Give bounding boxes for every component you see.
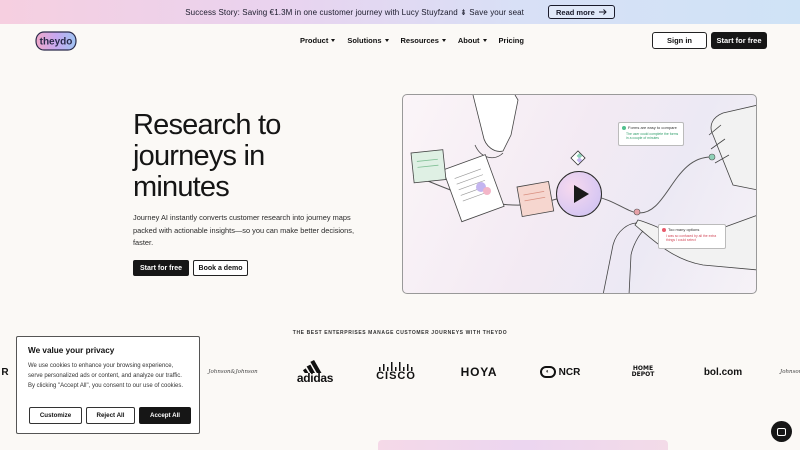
play-icon xyxy=(573,185,589,203)
hero-title-line1: Research to xyxy=(133,109,281,141)
menu-resources[interactable]: Resources xyxy=(401,36,446,45)
hero-title: Research to journeys in minutes xyxy=(133,110,373,203)
next-section-preview xyxy=(378,440,668,450)
start-free-button[interactable]: Start for free xyxy=(133,260,189,276)
johnson-logo-right: Johnson xyxy=(780,369,800,375)
chevron-down-icon xyxy=(384,39,389,42)
cookie-title: We value your privacy xyxy=(28,346,115,355)
read-more-label: Read more xyxy=(556,7,595,17)
ncr-mark-icon: ◐ xyxy=(539,366,556,378)
cookie-banner: We value your privacy We use cookies to … xyxy=(16,336,200,434)
insight-card-negative: Too many options I was so confused by al… xyxy=(658,224,726,249)
top-nav: theydo Product Solutions Resources About… xyxy=(0,24,800,58)
home-depot-logo: HOME DEPOT xyxy=(626,360,660,384)
play-button[interactable] xyxy=(556,171,602,217)
reject-all-button[interactable]: Reject All xyxy=(86,407,135,424)
adidas-wordmark: adidas xyxy=(296,371,334,385)
positive-dot-icon xyxy=(622,125,626,130)
hero-title-line2: journeys in xyxy=(133,140,265,172)
chat-icon xyxy=(777,427,786,436)
menu-about[interactable]: About xyxy=(458,36,487,45)
read-more-button[interactable]: Read more xyxy=(548,5,615,19)
insight-positive-sub: The user could complete the forms in a c… xyxy=(626,132,679,141)
home-depot-line2: DEPOT xyxy=(631,371,655,378)
menu-solutions-label: Solutions xyxy=(347,36,382,45)
insight-negative-title: Too many options xyxy=(668,227,700,232)
theydo-logo[interactable]: theydo xyxy=(34,29,78,53)
customize-button[interactable]: Customize xyxy=(29,407,82,424)
accept-all-button[interactable]: Accept All xyxy=(139,407,191,424)
menu-pricing-label: Pricing xyxy=(498,36,524,45)
sign-in-button[interactable]: Sign in xyxy=(652,32,707,49)
menu-resources-label: Resources xyxy=(400,36,439,45)
adidas-logo: adidas xyxy=(290,360,340,384)
menu-solutions[interactable]: Solutions xyxy=(347,36,389,45)
menu-about-label: About xyxy=(457,36,480,45)
johnson-johnson-logo: Johnson&Johnson xyxy=(208,369,258,375)
cisco-logo: CISCO xyxy=(372,360,420,384)
chevron-down-icon xyxy=(441,39,446,42)
announcement-bar: Success Story: Saving €1.3M in one custo… xyxy=(0,0,800,24)
insight-negative-sub: I was so confused by all the extra thing… xyxy=(666,234,717,243)
logo-text: theydo xyxy=(40,37,73,48)
book-demo-button[interactable]: Book a demo xyxy=(193,260,248,276)
hero-subtitle: Journey AI instantly converts customer r… xyxy=(133,213,355,247)
ncr-wordmark: NCR xyxy=(558,366,581,378)
menu-pricing[interactable]: Pricing xyxy=(499,36,524,45)
hoya-logo: HOYA xyxy=(460,365,498,379)
menu-product[interactable]: Product xyxy=(300,36,336,45)
bol-logo: bol.com xyxy=(703,366,743,378)
insight-card-positive: Forms are easy to compare The user could… xyxy=(618,122,684,146)
menu-product-label: Product xyxy=(300,36,329,45)
hero-title-line3: minutes xyxy=(133,171,230,203)
insight-positive-title: Forms are easy to compare xyxy=(628,125,677,130)
start-free-nav-button[interactable]: Start for free xyxy=(711,32,767,49)
arrow-right-icon xyxy=(598,9,607,15)
main-menu: Product Solutions Resources About Pricin… xyxy=(300,36,524,45)
chevron-down-icon xyxy=(331,39,336,42)
chevron-down-icon xyxy=(482,39,487,42)
negative-dot-icon xyxy=(662,227,666,232)
announcement-text: Success Story: Saving €1.3M in one custo… xyxy=(185,7,524,17)
logo-mark-icon: theydo xyxy=(35,31,77,51)
chat-launcher-button[interactable] xyxy=(771,421,792,442)
cookie-actions: Customize Reject All Accept All xyxy=(29,407,191,424)
cisco-wordmark: CISCO xyxy=(376,370,416,382)
cookie-body: We use cookies to enhance your browsing … xyxy=(28,363,184,389)
partial-logo-left: R xyxy=(1,366,9,378)
ncr-logo: ◐ NCR xyxy=(536,360,584,384)
